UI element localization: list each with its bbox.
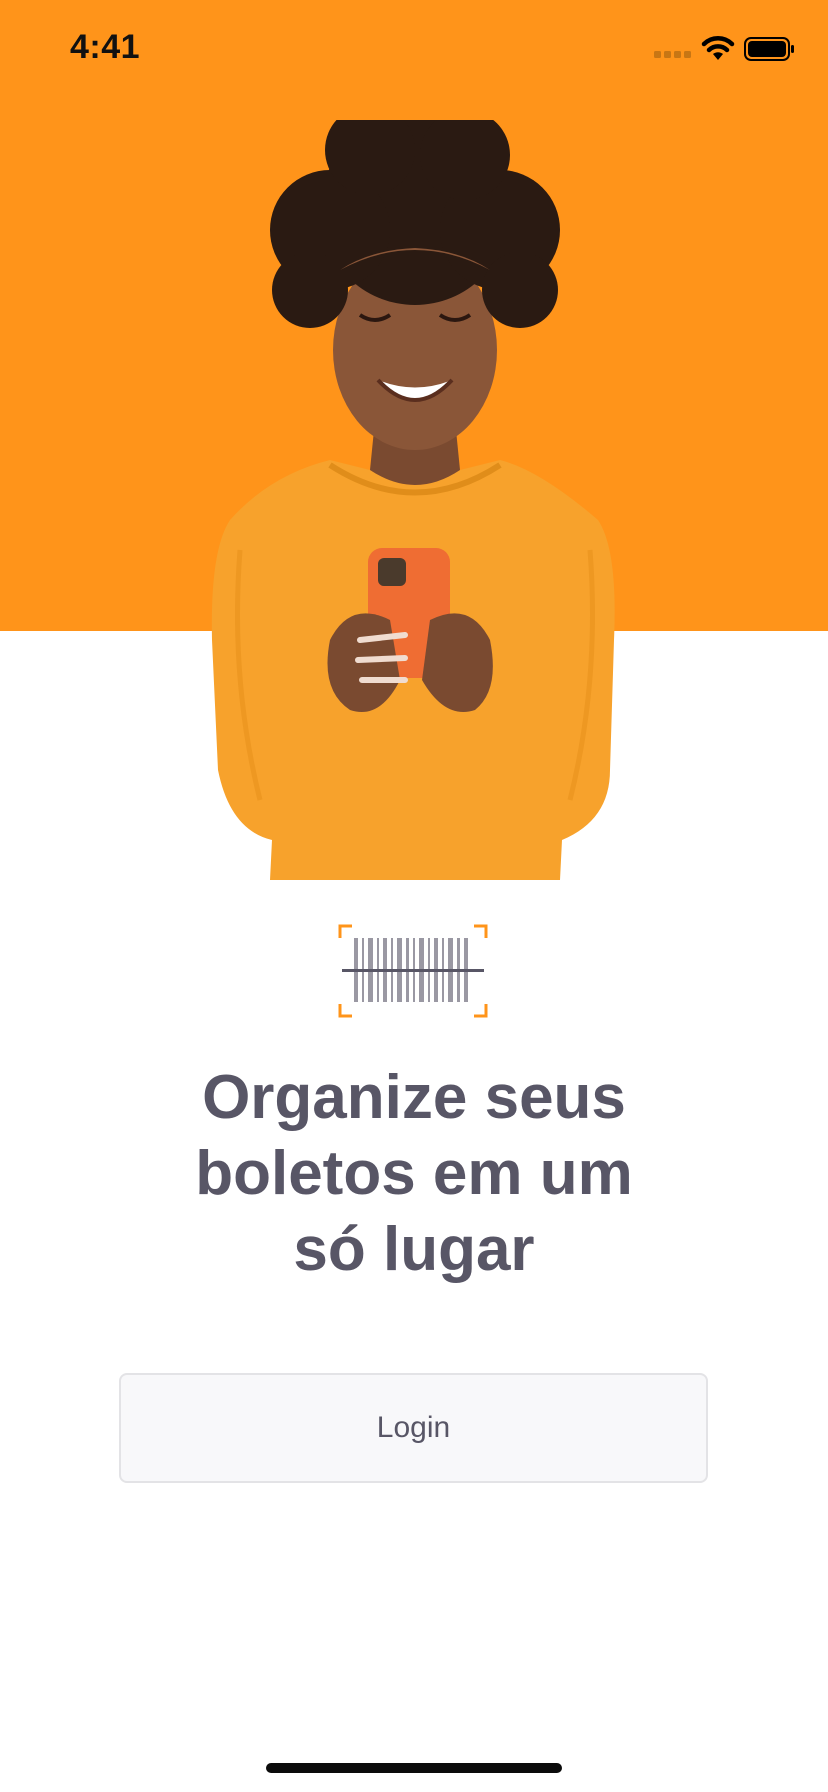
headline-line-1: Organize seus	[202, 1063, 626, 1132]
headline-line-3: só lugar	[293, 1215, 535, 1284]
battery-icon	[744, 37, 794, 61]
status-time: 4:41	[70, 28, 141, 66]
login-button-label: Login	[376, 1411, 451, 1444]
login-button[interactable]: Login	[119, 1373, 708, 1483]
status-bar: 4:41	[0, 0, 828, 100]
cellular-signal-icon	[654, 51, 691, 58]
wifi-icon	[701, 36, 735, 60]
headline: Organize seus boletos em um só lugar	[90, 1060, 738, 1288]
headline-line-2: boletos em um	[195, 1139, 633, 1208]
hero-illustration	[200, 105, 630, 880]
home-indicator[interactable]	[266, 1763, 562, 1773]
barcode-scan-icon	[338, 924, 488, 1018]
status-icons	[654, 32, 794, 66]
hair-shape	[270, 105, 560, 328]
